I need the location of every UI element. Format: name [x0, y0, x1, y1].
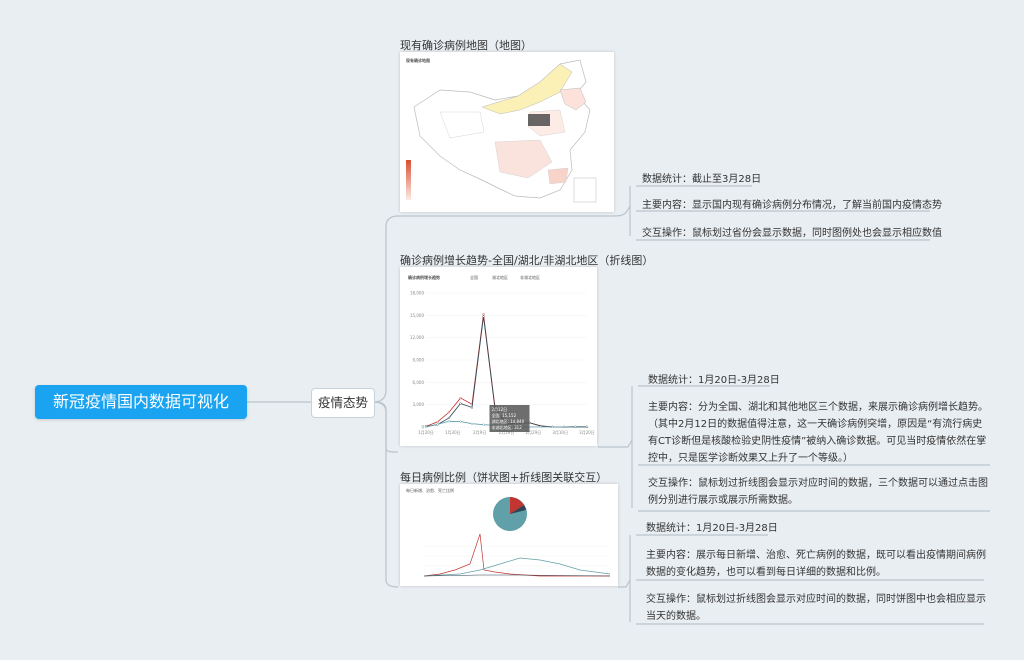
branch-map-link	[372, 215, 399, 403]
map-note-content: 主要内容：显示国内现有确诊病例分布情况，了解当前国内疫情态势	[642, 200, 942, 211]
series-point	[539, 425, 543, 428]
pie-note-content: 主要内容：展示每日新增、治愈、死亡病例的数据，既可以看出疫情期间病例数据的变化趋…	[646, 550, 986, 578]
y-tick-label: 18,000	[410, 291, 424, 296]
series-point	[470, 422, 474, 425]
series-point	[424, 425, 428, 429]
pie-line-new	[423, 533, 610, 577]
series-point	[459, 420, 462, 423]
branch-node[interactable]: 疫情态势	[311, 388, 375, 418]
x-tick-label: 3月10日	[552, 430, 568, 435]
branch-pie-link	[372, 401, 399, 588]
series-point	[574, 425, 577, 428]
series-point	[470, 406, 474, 409]
series-point	[447, 420, 451, 423]
province-southeast	[547, 167, 569, 185]
map-section-title: 现有确诊病例地图（地图）	[400, 39, 532, 52]
south-sea-inset	[573, 177, 597, 203]
series-point	[447, 411, 451, 414]
tooltip-line: 2月12日	[492, 407, 508, 412]
tooltip-line: 湖北地区: 14,840	[492, 418, 525, 424]
line-note-content: 主要内容：分为全国、湖北和其他地区三个数据，来展示确诊病例增长趋势。（其中2月1…	[648, 402, 988, 464]
tooltip-line: 非湖北地区: 312	[492, 424, 523, 430]
map-note-stats: 数据统计：截止至3月28日	[642, 174, 762, 185]
pie-thumbnail[interactable]: 每日新增、治愈、死亡比例	[400, 484, 618, 586]
pie-line-chart[interactable]	[400, 484, 618, 586]
map-legend-gradient[interactable]	[406, 160, 411, 200]
x-tick-label: 1月20日	[418, 430, 434, 435]
pie-section-title: 每日病例比例（饼状图+折线图关联交互）	[400, 471, 608, 484]
map-tooltip	[528, 114, 550, 126]
series-point	[459, 402, 462, 405]
series-point	[551, 425, 554, 429]
line-section-title: 确诊病例增长趋势-全国/湖北/非湖北地区（折线图）	[400, 254, 654, 267]
y-tick-label: 6,000	[413, 380, 425, 385]
series-point	[436, 420, 439, 423]
line-note-stats: 数据统计：1月20日-3月28日	[648, 375, 780, 386]
pie-note-interaction: 交互操作：鼠标划过折线图会显示对应时间的数据，同时饼图中也会相应显示当天的数据。	[646, 594, 986, 622]
china-map	[413, 59, 597, 203]
tooltip-line: 全国: 15,152	[492, 412, 517, 418]
y-tick-label: 0	[421, 425, 424, 430]
x-tick-label: 2月9日	[473, 430, 486, 435]
pie-note-stats: 数据统计：1月20日-3月28日	[646, 523, 778, 534]
series-point	[459, 396, 462, 400]
x-tick-label: 1月30日	[445, 430, 461, 435]
line-chart[interactable]: 18,000 15,000 12,000 9,000 6,000 3,000 01月20日 1…	[400, 267, 597, 446]
y-tick-label: 9,000	[413, 358, 425, 363]
series-point	[585, 425, 589, 428]
series-point	[482, 315, 485, 318]
root-node[interactable]: 新冠疫情国内数据可视化	[35, 385, 247, 419]
map-note-interaction: 交互操作：鼠标划过省份会显示数据，同时图例处也会显示相应数值	[642, 228, 942, 239]
series-point	[482, 423, 485, 426]
series-point	[436, 423, 439, 426]
series-point	[447, 416, 451, 420]
series-point	[482, 313, 485, 316]
y-tick-label: 15,000	[410, 313, 424, 318]
x-tick-label: 3月20日	[579, 430, 595, 435]
series-point	[562, 425, 566, 428]
y-tick-label: 3,000	[413, 402, 425, 407]
y-tick-label: 12,000	[410, 335, 424, 340]
pie-line-cured	[423, 557, 611, 577]
map-thumbnail[interactable]: 现有确诊地图	[400, 52, 614, 212]
line-note-interaction: 交互操作：鼠标划过折线图会显示对应时间的数据，三个数据可以通过点击图例分别进行展…	[648, 478, 988, 506]
line-thumbnail[interactable]: 确诊病例增长趋势 全国 湖北地区 非湖北地区 18,000 15,000 12,00…	[400, 267, 597, 446]
